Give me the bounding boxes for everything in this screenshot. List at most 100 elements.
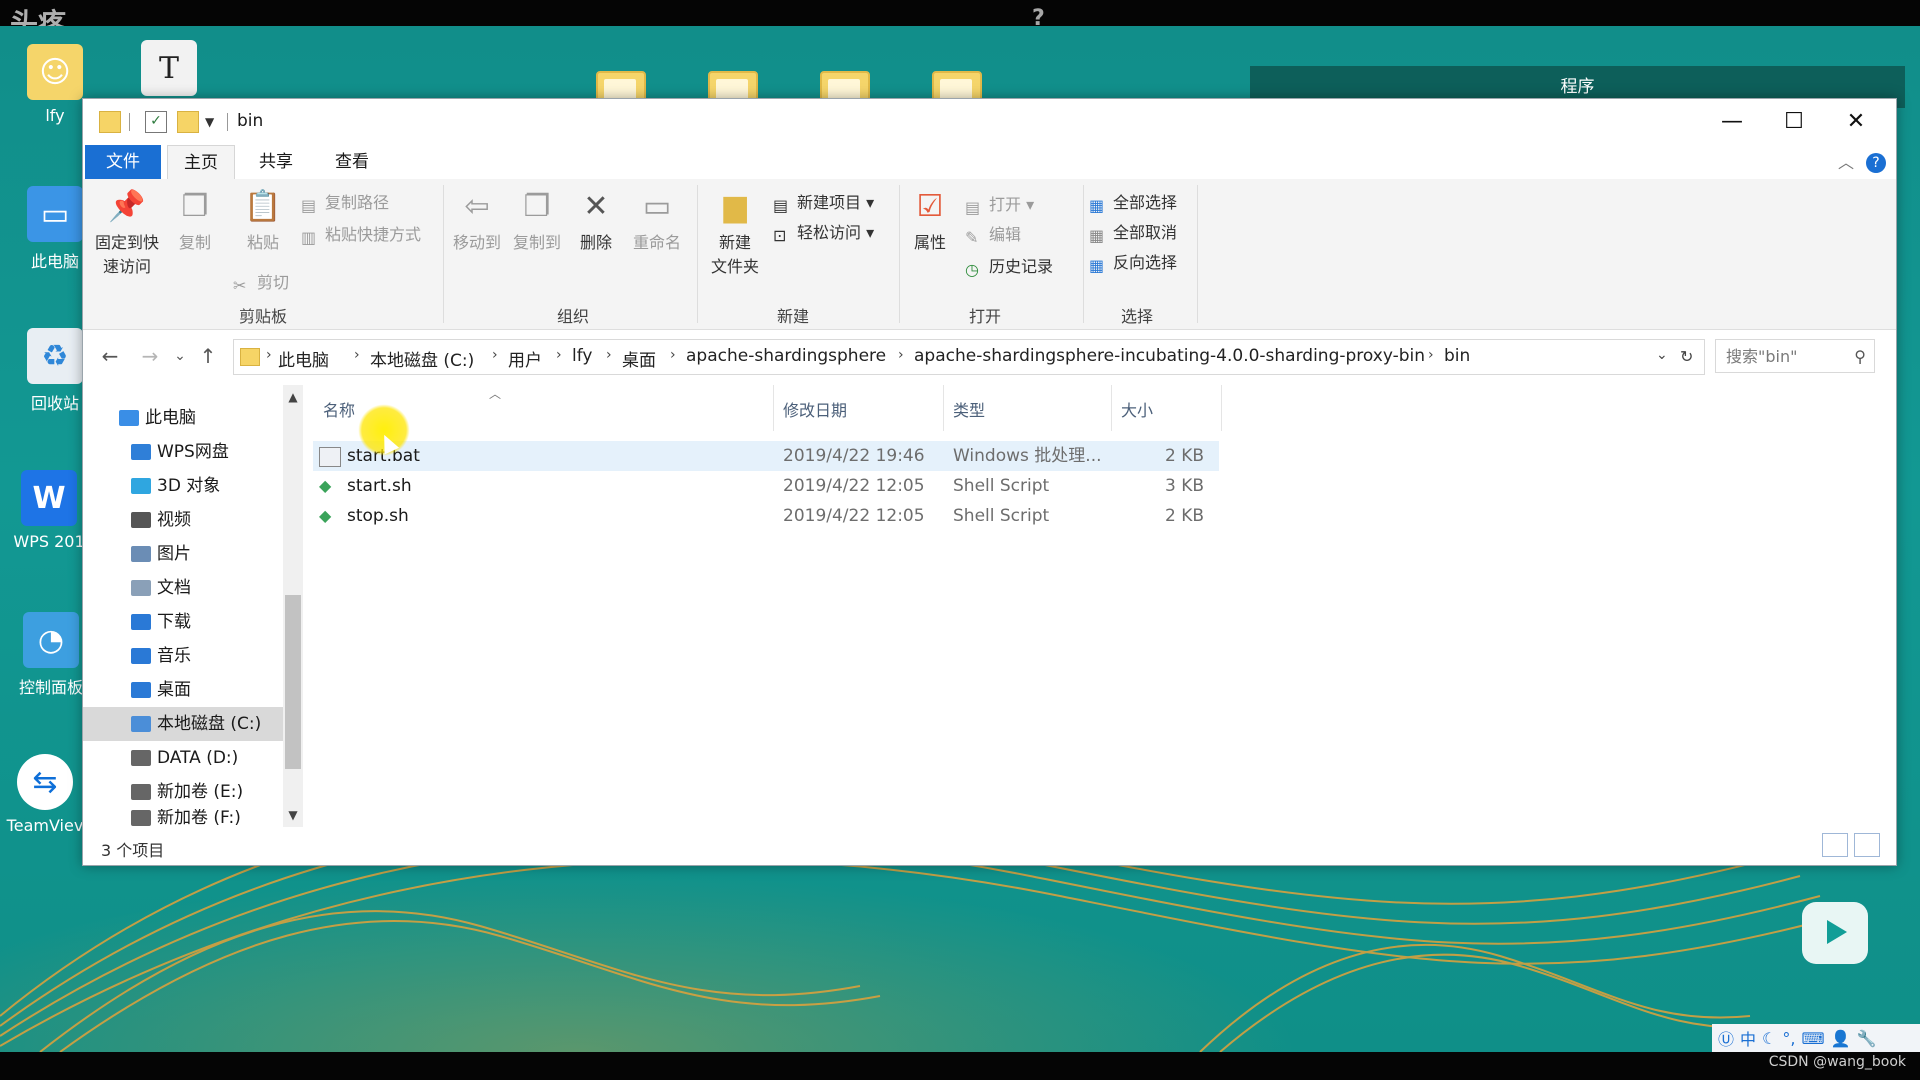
navigation-scrollbar[interactable]: ▲ ▼ [283, 385, 303, 827]
scrollbar-thumb[interactable] [285, 595, 301, 769]
chevron-right-icon[interactable]: › [492, 347, 498, 363]
column-divider[interactable] [1221, 385, 1222, 431]
desktop-icon-wps[interactable]: W WPS 201 [4, 470, 94, 551]
address-dropdown-icon[interactable]: ⌄ [1656, 347, 1668, 363]
chevron-right-icon[interactable]: › [898, 347, 904, 363]
copy-to-button[interactable]: ❐ 复制到 [509, 187, 565, 253]
chevron-right-icon[interactable]: › [1428, 347, 1434, 363]
user-icon[interactable]: 👤 [1831, 1029, 1851, 1048]
large-icons-view-icon[interactable] [1854, 833, 1880, 857]
easy-access-button[interactable]: ⊡ 轻松访问 ▾ [773, 219, 874, 245]
select-all-button[interactable]: ▦ 全部选择 [1089, 189, 1177, 215]
nav-item-this-pc[interactable]: 此电脑 [83, 401, 283, 435]
details-view-icon[interactable] [1822, 833, 1848, 857]
nav-item-music[interactable]: 音乐 [83, 639, 283, 673]
column-header-modified[interactable]: 修改日期 [783, 397, 847, 421]
breadcrumb-bin[interactable]: bin [1444, 346, 1470, 366]
new-folder-quick-icon[interactable] [177, 111, 199, 133]
breadcrumb-desktop[interactable]: 桌面 [622, 346, 656, 371]
paste-shortcut-button[interactable]: ▥ 粘贴快捷方式 [301, 221, 421, 247]
breadcrumb-drive-c[interactable]: 本地磁盘 (C:) [370, 346, 474, 371]
nav-item-pictures[interactable]: 图片 [83, 537, 283, 571]
customize-toolbar-dropdown-icon[interactable]: ▼ [205, 115, 221, 129]
chevron-right-icon[interactable]: › [556, 347, 562, 363]
search-icon[interactable]: ⚲ [1854, 340, 1866, 374]
punctuation-icon[interactable]: °, [1782, 1029, 1795, 1048]
file-row[interactable]: ◆ stop.sh 2019/4/22 12:05 Shell Script 2… [313, 501, 1219, 531]
properties-button[interactable]: ☑ 属性 [905, 187, 955, 253]
chevron-right-icon[interactable]: › [606, 347, 612, 363]
recent-locations-dropdown-icon[interactable]: ⌄ [165, 341, 195, 371]
breadcrumb-lfy[interactable]: lfy [572, 346, 592, 366]
wrench-icon[interactable]: 🔧 [1856, 1029, 1876, 1048]
ime-toolbar[interactable]: Ⓤ 中 ☾ °, ⌨ 👤 🔧 [1712, 1024, 1920, 1052]
desktop-shortcut-text[interactable]: T [124, 40, 214, 102]
column-divider[interactable] [943, 385, 944, 431]
breadcrumb-sharding-proxy-bin[interactable]: apache-shardingsphere-incubating-4.0.0-s… [914, 346, 1425, 366]
search-box[interactable]: 搜索"bin" ⚲ [1715, 339, 1875, 373]
tab-home[interactable]: 主页 [167, 145, 235, 180]
paste-button[interactable]: 📋 粘贴 [233, 187, 293, 253]
column-divider[interactable] [1111, 385, 1112, 431]
maximize-button[interactable]: ☐ [1764, 105, 1824, 139]
open-button[interactable]: ▤ 打开 ▾ [965, 191, 1034, 217]
file-row[interactable]: start.bat 2019/4/22 19:46 Windows 批处理...… [313, 441, 1219, 471]
nav-item-desktop[interactable]: 桌面 [83, 673, 283, 707]
select-none-button[interactable]: ▦ 全部取消 [1089, 219, 1177, 245]
ime-logo-icon[interactable]: Ⓤ [1718, 1026, 1734, 1050]
address-bar[interactable]: › 此电脑 › 本地磁盘 (C:) › 用户 › lfy › 桌面 › apac… [233, 339, 1705, 375]
column-header-name[interactable]: 名称 [323, 397, 355, 421]
scroll-up-arrow-icon[interactable]: ▲ [285, 389, 301, 405]
file-row[interactable]: ◆ start.sh 2019/4/22 12:05 Shell Script … [313, 471, 1219, 501]
back-arrow-icon[interactable]: ← [95, 341, 125, 371]
forward-arrow-icon[interactable]: → [135, 341, 165, 371]
nav-item-drive-c[interactable]: 本地磁盘 (C:) [83, 707, 283, 741]
tab-view[interactable]: 查看 [319, 145, 385, 179]
chevron-right-icon[interactable]: › [354, 347, 360, 363]
up-arrow-icon[interactable]: ↑ [193, 341, 223, 371]
nav-item-drive-f[interactable]: 新加卷 (F:) [83, 809, 283, 827]
copy-path-button[interactable]: ▤ 复制路径 [301, 189, 389, 215]
chevron-right-icon[interactable]: › [266, 347, 272, 363]
edit-button[interactable]: ✎ 编辑 [965, 221, 1021, 247]
chevron-right-icon[interactable]: › [670, 347, 676, 363]
nav-item-downloads[interactable]: 下载 [83, 605, 283, 639]
new-folder-button[interactable]: ▆ 新建 文件夹 [703, 187, 767, 277]
history-button[interactable]: ◷ 历史记录 [965, 253, 1053, 279]
column-header-size[interactable]: 大小 [1121, 397, 1153, 421]
help-icon[interactable]: ? [1866, 153, 1886, 173]
column-header-type[interactable]: 类型 [953, 397, 985, 421]
cut-button[interactable]: ✂ 剪切 [233, 269, 289, 295]
pin-to-quick-access-button[interactable]: 📌 固定到快 速访问 [91, 187, 163, 277]
rename-button[interactable]: ▭ 重命名 [627, 187, 687, 253]
keyboard-icon[interactable]: ⌨ [1801, 1029, 1824, 1048]
nav-item-videos[interactable]: 视频 [83, 503, 283, 537]
moon-icon[interactable]: ☾ [1762, 1029, 1776, 1048]
divider [899, 185, 900, 323]
nav-item-3d-objects[interactable]: 3D 对象 [83, 469, 283, 503]
nav-item-drive-d[interactable]: DATA (D:) [83, 741, 283, 775]
column-divider[interactable] [773, 385, 774, 431]
scroll-down-arrow-icon[interactable]: ▼ [285, 807, 301, 823]
tab-file[interactable]: 文件 [85, 145, 161, 179]
collapse-ribbon-icon[interactable]: ︿ [1838, 149, 1854, 173]
video-play-icon[interactable] [1802, 902, 1868, 964]
breadcrumb-apache-shardingsphere[interactable]: apache-shardingsphere [686, 346, 886, 366]
breadcrumb-users[interactable]: 用户 [508, 346, 542, 371]
copy-button[interactable]: ❐ 复制 [165, 187, 225, 253]
new-item-button[interactable]: ▤ 新建项目 ▾ [773, 189, 874, 215]
nav-item-drive-e[interactable]: 新加卷 (E:) [83, 775, 283, 809]
breadcrumb-this-pc[interactable]: 此电脑 [278, 346, 329, 371]
properties-quick-icon[interactable]: ✓ [145, 111, 167, 133]
tab-share[interactable]: 共享 [243, 145, 309, 179]
move-to-button[interactable]: ⇦ 移动到 [449, 187, 505, 253]
nav-item-wps-cloud[interactable]: WPS网盘 [83, 435, 283, 469]
delete-button[interactable]: ✕ 删除 [571, 187, 621, 253]
close-button[interactable]: ✕ [1826, 105, 1886, 139]
minimize-button[interactable]: — [1702, 105, 1762, 139]
desktop-icon-teamviewer[interactable]: ⇆ TeamViev [0, 754, 90, 835]
ime-language[interactable]: 中 [1740, 1026, 1756, 1050]
refresh-icon[interactable]: ↻ [1680, 347, 1693, 366]
invert-selection-button[interactable]: ▦ 反向选择 [1089, 249, 1177, 275]
nav-item-documents[interactable]: 文档 [83, 571, 283, 605]
